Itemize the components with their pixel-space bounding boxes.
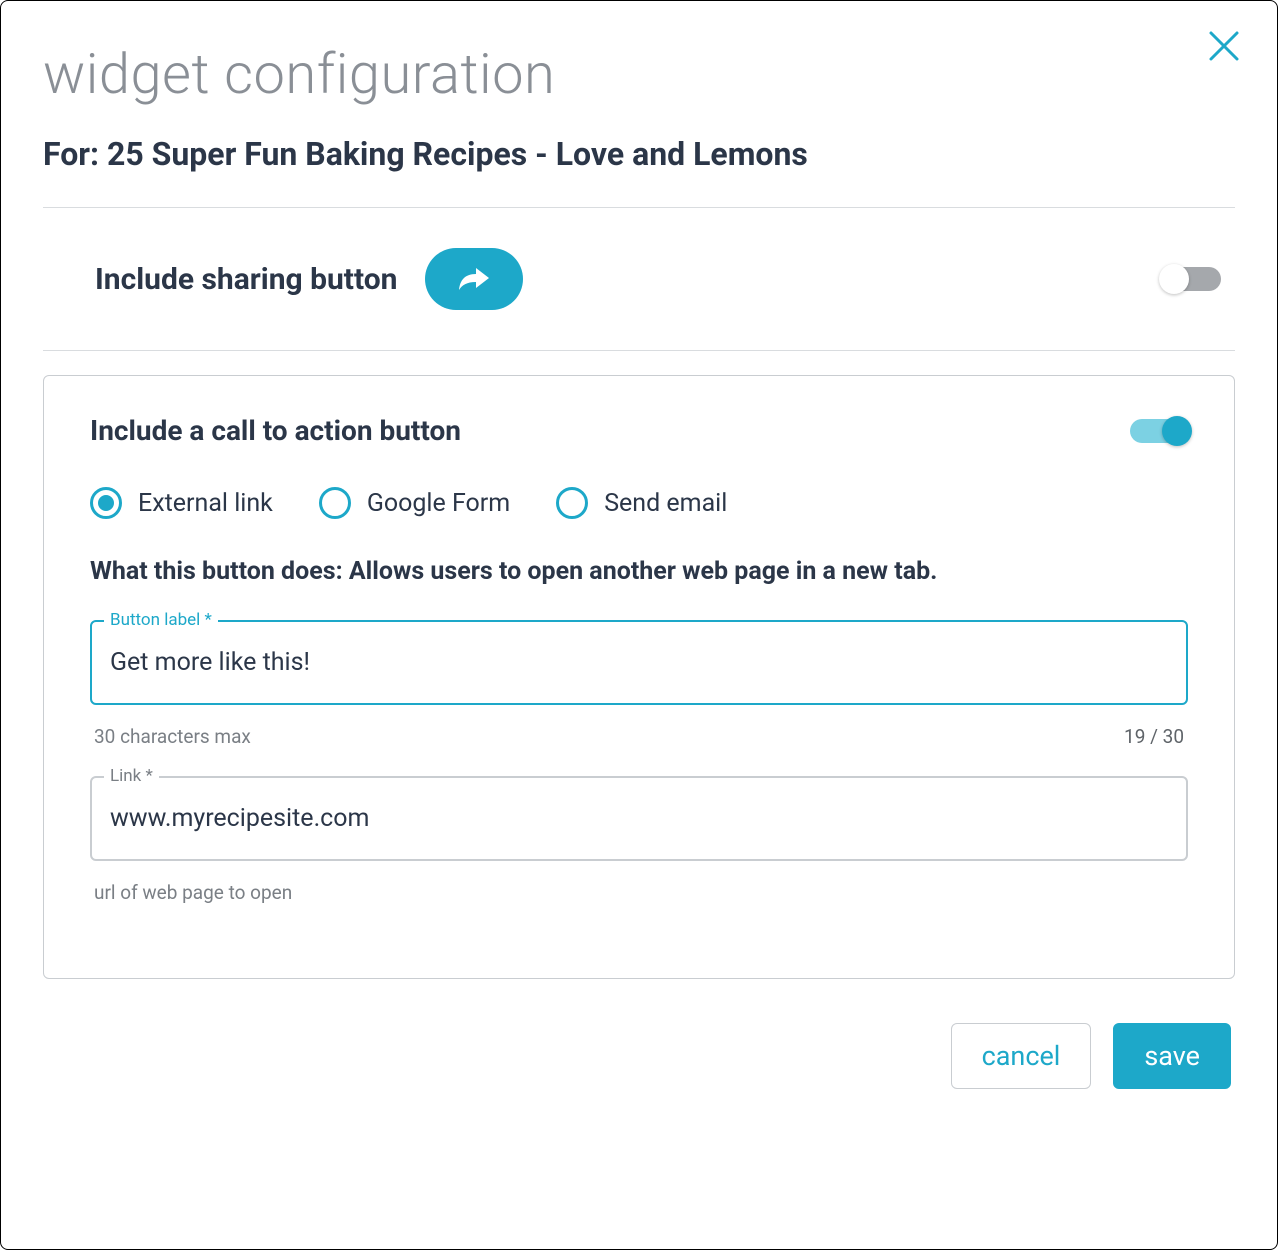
dialog-subtitle: For: 25 Super Fun Baking Recipes - Love … (43, 135, 1235, 173)
radio-label: Google Form (367, 489, 510, 518)
cta-description: What this button does: Allows users to o… (90, 557, 1188, 586)
radio-label: Send email (604, 489, 727, 518)
radio-icon (90, 487, 122, 519)
link-field: Link * (90, 776, 1188, 861)
save-button[interactable]: save (1113, 1023, 1231, 1089)
sharing-label: Include sharing button (95, 262, 397, 297)
dialog-title: widget configuration (43, 41, 1235, 107)
radio-icon (556, 487, 588, 519)
sharing-section: Include sharing button (43, 208, 1235, 350)
divider (43, 350, 1235, 351)
dialog-footer: cancel save (43, 1023, 1235, 1089)
button-label-helper: 30 characters max (94, 725, 251, 748)
radio-google-form[interactable]: Google Form (319, 487, 510, 519)
sharing-toggle[interactable] (1163, 267, 1221, 291)
radio-send-email[interactable]: Send email (556, 487, 727, 519)
radio-label: External link (138, 489, 273, 518)
field-label: Link * (104, 766, 159, 786)
widget-config-dialog: widget configuration For: 25 Super Fun B… (0, 0, 1278, 1250)
cta-toggle[interactable] (1130, 419, 1188, 443)
link-input[interactable] (90, 776, 1188, 861)
cancel-button[interactable]: cancel (951, 1023, 1092, 1089)
close-icon (1207, 29, 1241, 63)
cta-card: Include a call to action button External… (43, 375, 1235, 979)
button-label-counter: 19 / 30 (1124, 725, 1184, 748)
share-arrow-icon (457, 265, 491, 293)
button-label-input[interactable] (90, 620, 1188, 705)
link-helper: url of web page to open (94, 881, 292, 904)
button-label-field: Button label * (90, 620, 1188, 705)
cta-label: Include a call to action button (90, 414, 461, 447)
field-label: Button label * (104, 610, 218, 630)
close-button[interactable] (1207, 29, 1241, 67)
cta-radio-group: External link Google Form Send email (90, 487, 1188, 519)
radio-icon (319, 487, 351, 519)
radio-external-link[interactable]: External link (90, 487, 273, 519)
share-chip (425, 248, 523, 310)
